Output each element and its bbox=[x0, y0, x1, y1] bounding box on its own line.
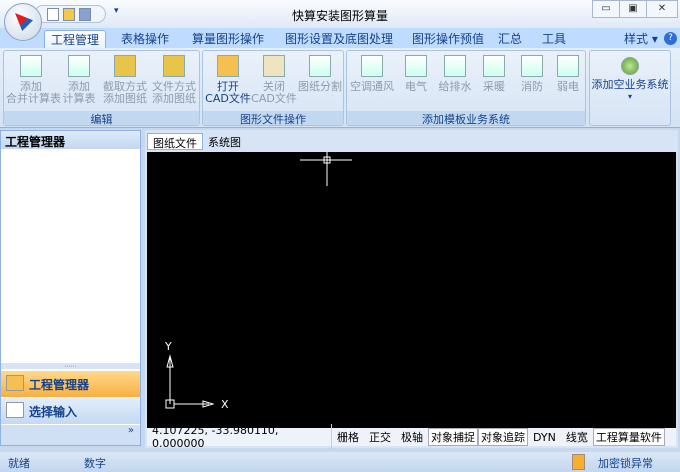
table-icon bbox=[483, 55, 505, 77]
heating-button[interactable]: 采暖 bbox=[475, 55, 513, 93]
lock-icon bbox=[572, 454, 585, 470]
style-label: 样式 bbox=[624, 32, 649, 46]
crosshair-cursor bbox=[300, 142, 352, 186]
panel-title: 工程管理器 bbox=[1, 131, 140, 149]
project-manager-panel: 工程管理器 ⋯⋯ 工程管理器 选择输入 » bbox=[0, 130, 141, 446]
canvas-graphics: Y X bbox=[164, 142, 352, 411]
weak-current-button[interactable]: 弱电 bbox=[549, 55, 587, 93]
list-icon bbox=[6, 402, 24, 418]
table-icon bbox=[361, 55, 383, 77]
tab-graphic-settings[interactable]: 图形设置及底图处理 bbox=[279, 30, 399, 50]
close-button[interactable]: ✕ bbox=[646, 0, 678, 18]
splitter-handle[interactable]: ⋯⋯ bbox=[1, 363, 140, 370]
save-icon[interactable] bbox=[79, 7, 91, 21]
tab-table[interactable]: 表格操作 bbox=[115, 30, 175, 50]
dyn-toggle[interactable]: DYN bbox=[528, 431, 561, 444]
table-icon bbox=[68, 55, 90, 77]
coordinates-readout: 4.107225, -33.980110, 0.000000 bbox=[147, 424, 332, 450]
polar-toggle[interactable]: 极轴 bbox=[396, 429, 428, 445]
software-toggle[interactable]: 工程算量软件 bbox=[592, 428, 665, 446]
style-menu[interactable]: 样式 ▾ bbox=[618, 30, 664, 50]
axis-y-label: Y bbox=[164, 340, 172, 353]
open-folder-icon[interactable] bbox=[63, 7, 75, 21]
ribbon: 添加 合并计算表 添加 计算表 截取方式 添加图纸 文件方式 添加图纸 编辑 打… bbox=[0, 48, 680, 128]
status-bar: 就绪 数字 加密锁异常 bbox=[0, 452, 680, 472]
ortho-toggle[interactable]: 正交 bbox=[364, 429, 396, 445]
plumbing-button[interactable]: 给排水 bbox=[435, 55, 475, 93]
group-label-edit: 编辑 bbox=[4, 111, 199, 126]
tab-preset[interactable]: 图形操作预值 bbox=[406, 30, 490, 50]
dwg-icon bbox=[163, 55, 185, 77]
open-cad-button[interactable]: 打开 CAD文件 bbox=[205, 55, 251, 105]
table-icon bbox=[521, 55, 543, 77]
maximize-button[interactable]: ▣ bbox=[619, 0, 647, 18]
nav-project-manager[interactable]: 工程管理器 bbox=[1, 371, 140, 397]
fire-button[interactable]: 消防 bbox=[513, 55, 551, 93]
table-icon bbox=[405, 55, 427, 77]
osnap-toggle[interactable]: 对象捕捉 bbox=[428, 428, 478, 446]
quick-access-toolbar bbox=[34, 5, 106, 23]
group-empty-system: 添加空业务系统 ▾ bbox=[589, 50, 671, 126]
split-drawing-button[interactable]: 图纸分割 bbox=[297, 55, 343, 93]
tab-drawing-file[interactable]: 图纸文件 bbox=[147, 133, 203, 150]
group-template: 空调通风 电气 给排水 采暖 消防 弱电 添加模板业务系统 bbox=[346, 50, 586, 126]
ucs-icon bbox=[165, 354, 215, 409]
minimize-button[interactable]: ▭ bbox=[592, 0, 620, 18]
help-icon[interactable]: ? bbox=[664, 32, 677, 45]
group-file: 打开 CAD文件 关闭 CAD文件 图纸分割 图形文件操作 bbox=[202, 50, 344, 126]
axis-x-label: X bbox=[221, 398, 229, 411]
title-bar: 快算安装图形算量 ▾ ▭ ▣ ✕ bbox=[0, 0, 680, 28]
lineweight-toggle[interactable]: 线宽 bbox=[561, 429, 593, 445]
tab-graphic-calc[interactable]: 算量图形操作 bbox=[186, 30, 270, 50]
more-nav-button[interactable]: » bbox=[1, 425, 140, 445]
close-folder-icon bbox=[263, 55, 285, 77]
cad-status-bar: 4.107225, -33.980110, 0.000000 栅格 正交 极轴 … bbox=[147, 424, 676, 450]
tab-system-diagram[interactable]: 系统图 bbox=[203, 133, 246, 150]
tab-summary[interactable]: 汇总 bbox=[492, 30, 528, 50]
grid-toggle[interactable]: 栅格 bbox=[332, 429, 364, 445]
add-merged-table-button[interactable]: 添加 合并计算表 bbox=[6, 55, 61, 105]
tab-tools[interactable]: 工具 bbox=[536, 30, 572, 50]
table-icon bbox=[20, 55, 42, 77]
add-empty-system-button[interactable]: 添加空业务系统 ▾ bbox=[590, 57, 670, 103]
drawing-area: 图纸文件 系统图 Y X 4.107225, -33.980110, 0.000… bbox=[145, 130, 678, 450]
tab-project[interactable]: 工程管理 bbox=[44, 30, 107, 50]
hvac-button[interactable]: 空调通风 bbox=[349, 55, 395, 93]
dwg-icon bbox=[114, 55, 136, 77]
status-num: 数字 bbox=[84, 457, 106, 470]
group-label-file: 图形文件操作 bbox=[203, 111, 343, 126]
cad-canvas[interactable]: Y X bbox=[147, 142, 676, 428]
table-icon bbox=[444, 55, 466, 77]
add-table-button[interactable]: 添加 计算表 bbox=[59, 55, 99, 105]
group-label-template: 添加模板业务系统 bbox=[347, 111, 585, 126]
folder-icon bbox=[6, 375, 24, 391]
close-cad-button[interactable]: 关闭 CAD文件 bbox=[251, 55, 297, 105]
otrack-toggle[interactable]: 对象追踪 bbox=[478, 428, 528, 446]
qat-dropdown-icon[interactable]: ▾ bbox=[114, 6, 119, 16]
open-folder-icon bbox=[217, 55, 239, 77]
status-lock: 加密锁异常 bbox=[598, 457, 653, 470]
file-drawing-button[interactable]: 文件方式 添加图纸 bbox=[150, 55, 198, 105]
nav-select-input[interactable]: 选择输入 bbox=[1, 398, 140, 424]
app-logo-button[interactable] bbox=[4, 3, 42, 41]
electric-button[interactable]: 电气 bbox=[397, 55, 435, 93]
ribbon-tabs: 工程管理 表格操作 算量图形操作 图形设置及底图处理 图形操作预值 汇总 工具 … bbox=[0, 28, 680, 50]
new-file-icon[interactable] bbox=[47, 7, 59, 21]
status-ready: 就绪 bbox=[8, 457, 30, 470]
green-orb-icon bbox=[621, 57, 639, 75]
capture-drawing-button[interactable]: 截取方式 添加图纸 bbox=[101, 55, 149, 105]
group-edit: 添加 合并计算表 添加 计算表 截取方式 添加图纸 文件方式 添加图纸 编辑 bbox=[3, 50, 200, 126]
grid-split-icon bbox=[309, 55, 331, 77]
table-icon bbox=[557, 55, 579, 77]
